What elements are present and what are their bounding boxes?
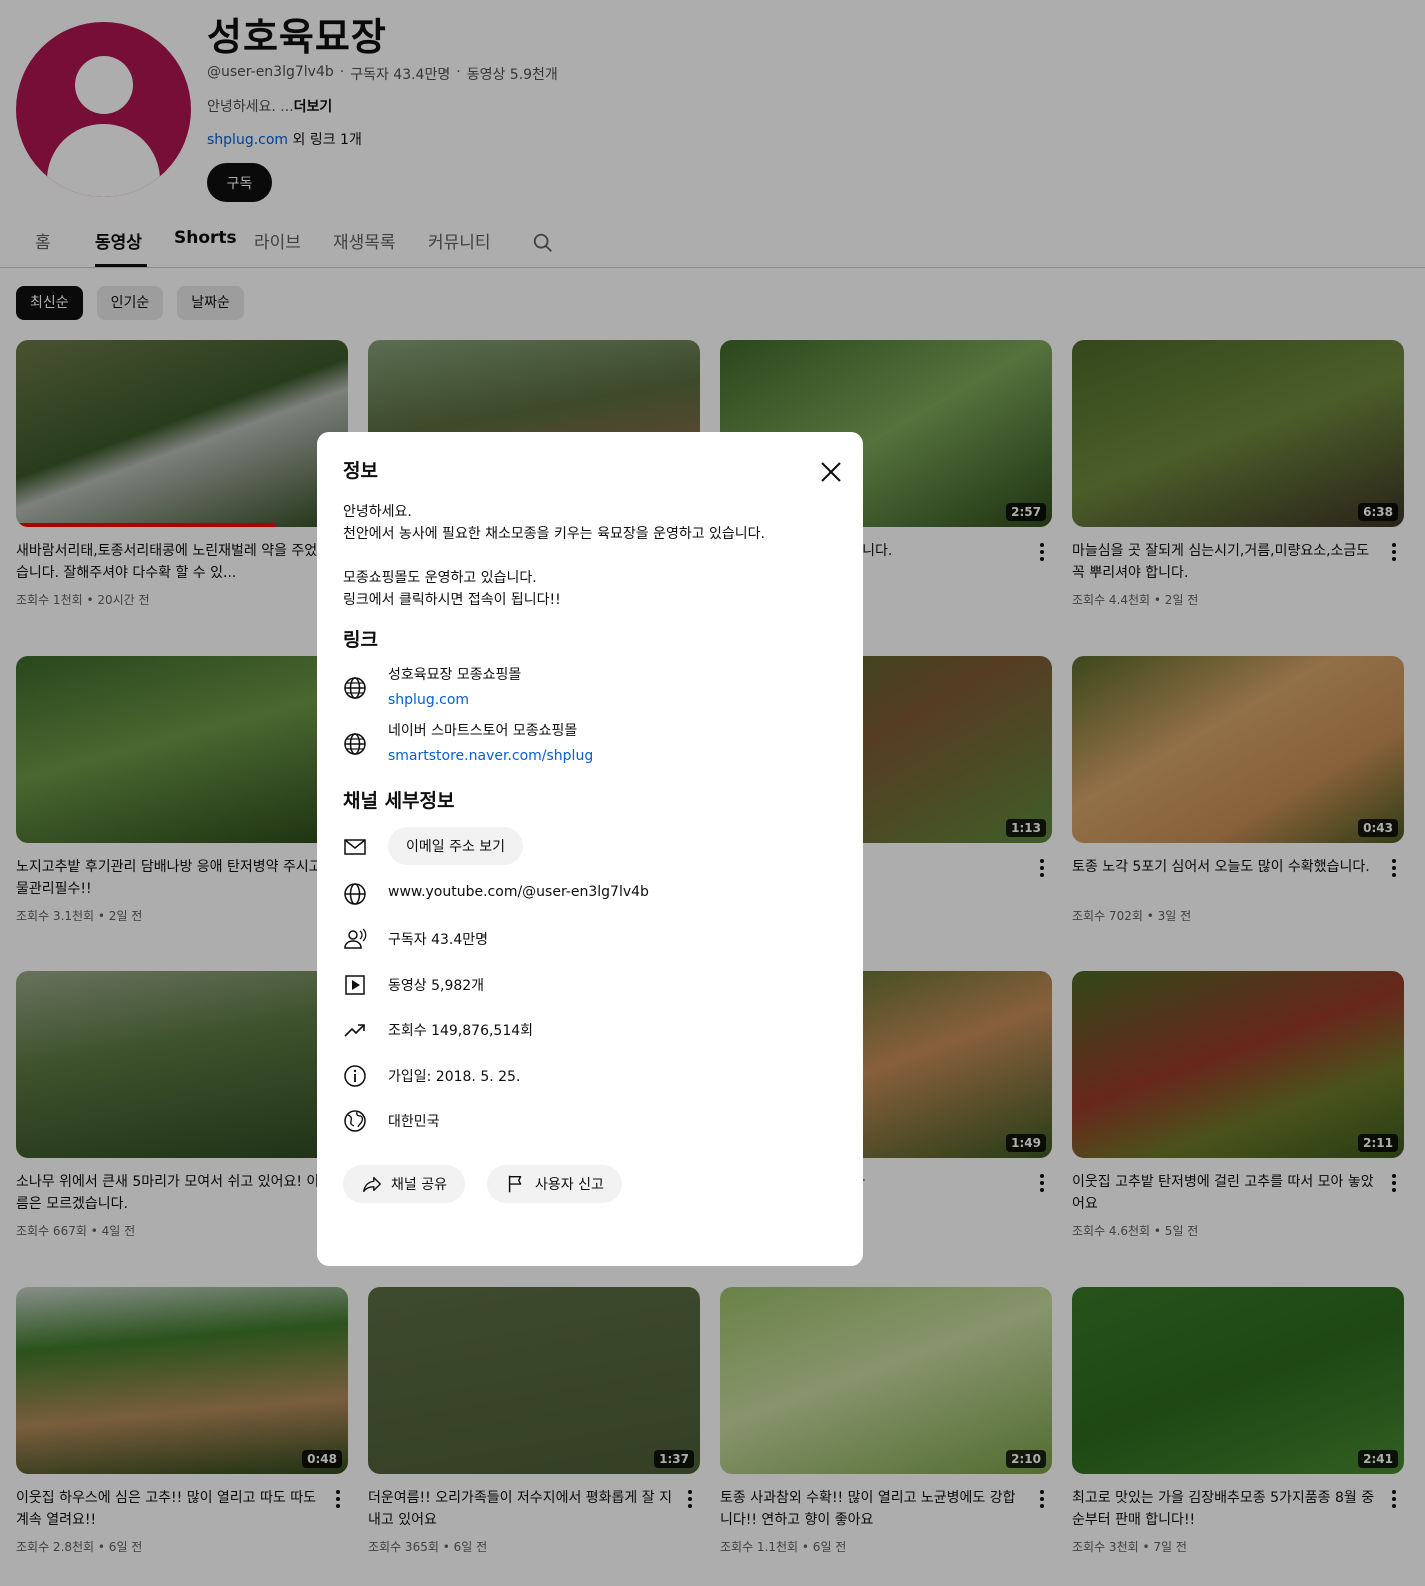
link-name: 네이버 스마트스토어 모종쇼핑몰 (388, 723, 578, 739)
share-icon (363, 1176, 381, 1193)
trending-icon (344, 1024, 365, 1037)
view-email-button[interactable]: 이메일 주소 보기 (388, 827, 524, 865)
dialog-description: 안녕하세요. 천안에서 농사에 필요한 채소모종을 키우는 육묘장을 운영하고 … (343, 504, 765, 608)
about-dialog: 정보 안녕하세요. 천안에서 농사에 필요한 채소모종을 키우는 육묘장을 운영… (317, 432, 863, 1266)
globe-icon (344, 677, 366, 699)
detail-videos: 동영상 5,982개 (388, 978, 485, 994)
dialog-title: 정보 (343, 460, 378, 482)
info-icon (344, 1065, 366, 1087)
globe-icon (344, 883, 366, 905)
detail-joined: 가입일: 2018. 5. 25. (388, 1069, 521, 1085)
flag-icon (508, 1175, 522, 1193)
detail-country: 대한민국 (388, 1114, 440, 1130)
report-label: 사용자 신고 (535, 1177, 604, 1193)
link-url[interactable]: shplug.com (388, 692, 469, 708)
mail-icon (344, 839, 366, 855)
details-heading: 채널 세부정보 (343, 790, 455, 812)
channel-url: www.youtube.com/@user-en3lg7lv4b (388, 884, 649, 900)
share-channel-button[interactable]: 채널 공유 (343, 1165, 465, 1203)
link-url[interactable]: smartstore.naver.com/shplug (388, 748, 593, 764)
detail-views: 조회수 149,876,514회 (388, 1023, 534, 1039)
channel-page: 성호육묘장 @user-en3lg7lv4b · 구독자 43.4만명 · 동영… (0, 0, 1425, 1586)
report-user-button[interactable]: 사용자 신고 (487, 1165, 622, 1203)
share-label: 채널 공유 (391, 1177, 447, 1193)
subscribers-icon (344, 928, 367, 949)
video-play-icon (345, 975, 365, 995)
links-heading: 링크 (343, 629, 378, 651)
detail-subscribers: 구독자 43.4만명 (388, 932, 489, 948)
close-icon[interactable] (819, 460, 843, 484)
earth-icon (344, 1110, 366, 1132)
globe-icon (344, 733, 366, 755)
link-name: 성호육묘장 모종쇼핑몰 (388, 667, 522, 683)
